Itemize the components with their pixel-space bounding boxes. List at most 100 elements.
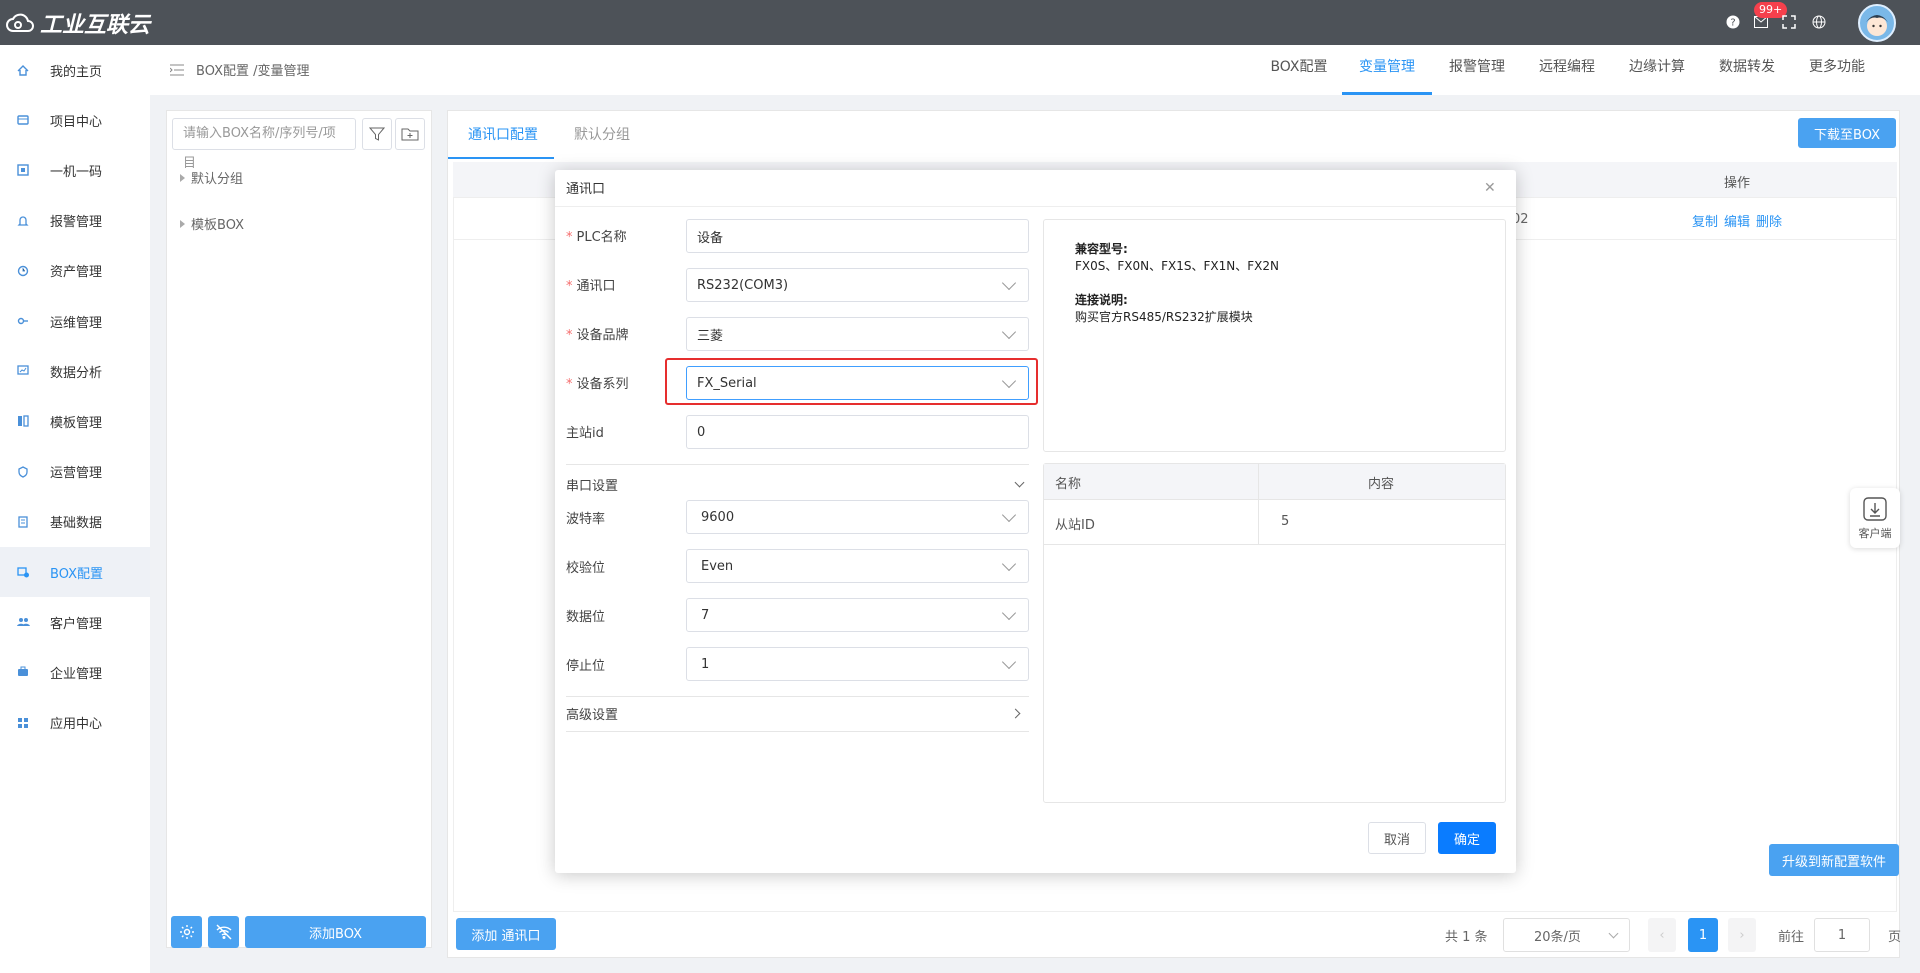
tree-node-template-box[interactable]: 模板BOX: [180, 214, 244, 233]
brand-select[interactable]: 三菱: [686, 317, 1029, 351]
tree-node-default-group[interactable]: 默认分组: [180, 168, 243, 187]
section-divider: [566, 464, 1029, 465]
user-avatar[interactable]: [1858, 4, 1896, 42]
param-header-value: 内容: [1368, 477, 1395, 492]
advanced-section-header[interactable]: 高级设置: [566, 701, 1029, 725]
nav-tab[interactable]: 远程编程: [1522, 45, 1612, 95]
add-port-button[interactable]: 添加 通讯口: [456, 918, 556, 950]
svg-text:?: ?: [1730, 18, 1735, 29]
filter-button[interactable]: [362, 118, 392, 150]
nav-tab[interactable]: BOX配置: [1254, 45, 1344, 95]
tab-port-config[interactable]: 通讯口配置: [468, 110, 538, 160]
param-row-value[interactable]: 5: [1281, 514, 1289, 529]
chevron-right-icon: [1010, 708, 1021, 718]
compat-models: FX0S、FX0N、FX1S、FX1N、FX2N: [1075, 259, 1279, 273]
cloud-logo-icon: [6, 13, 34, 32]
sidebar-item[interactable]: 数据分析: [0, 346, 150, 396]
sidebar-item[interactable]: 企业管理: [0, 647, 150, 697]
port-select[interactable]: RS232(COM3): [686, 268, 1029, 302]
databits-select[interactable]: 7: [686, 598, 1029, 632]
copy-link[interactable]: 复制: [1692, 211, 1718, 230]
download-to-box-button[interactable]: 下载至BOX: [1798, 118, 1896, 148]
settings-button[interactable]: [171, 916, 202, 948]
nav-tab[interactable]: 变量管理: [1342, 45, 1432, 95]
globe-icon[interactable]: [1810, 13, 1828, 31]
fullscreen-icon[interactable]: [1780, 13, 1798, 31]
plc-name-input[interactable]: 设备: [686, 219, 1029, 253]
nav-tab[interactable]: 报警管理: [1432, 45, 1522, 95]
help-icon[interactable]: ?: [1724, 13, 1742, 31]
upgrade-config-button[interactable]: 升级到新配置软件: [1769, 844, 1899, 876]
sidebar-item[interactable]: 资产管理: [0, 246, 150, 296]
column-divider: [1258, 464, 1259, 544]
nav-tab[interactable]: 更多功能: [1792, 45, 1882, 95]
sidebar-item[interactable]: 运营管理: [0, 447, 150, 497]
tab-default-group[interactable]: 默认分组: [574, 110, 630, 160]
cancel-button[interactable]: 取消: [1368, 822, 1426, 854]
expand-triangle-icon: [180, 219, 185, 228]
delete-link[interactable]: 删除: [1756, 211, 1782, 230]
stopbits-value: 1: [701, 656, 710, 672]
edit-link[interactable]: 编辑: [1724, 211, 1750, 230]
wifi-off-icon: [216, 924, 231, 940]
station-id-label: 主站id: [566, 426, 604, 441]
page-suffix: 页: [1888, 930, 1902, 945]
chevron-down-icon: [1001, 324, 1017, 339]
serial-section-header[interactable]: 串口设置: [566, 472, 1029, 496]
sidebar-item[interactable]: 报警管理: [0, 196, 150, 246]
sidebar-item[interactable]: 基础数据: [0, 497, 150, 547]
current-page-button[interactable]: 1: [1688, 918, 1718, 952]
sidebar-item-label: 数据分析: [50, 365, 103, 381]
nav-tab[interactable]: 数据转发: [1702, 45, 1792, 95]
confirm-button[interactable]: 确定: [1438, 822, 1496, 854]
project-icon: [16, 113, 30, 127]
nav-tab[interactable]: 边缘计算: [1612, 45, 1702, 95]
logo-text: 工业互联云: [40, 13, 151, 38]
sidebar-item-label: 客户管理: [50, 616, 103, 632]
box-search-input[interactable]: 请输入BOX名称/序列号/项目: [172, 118, 356, 171]
pagination-total: 共 1 条: [1445, 930, 1488, 945]
table-header-action: 操作: [1724, 176, 1751, 191]
dialog-divider: [555, 206, 1516, 207]
briefcase-icon: [16, 665, 30, 679]
add-folder-button[interactable]: [395, 118, 425, 150]
prev-page-button[interactable]: ‹: [1648, 918, 1676, 952]
sidebar-item[interactable]: 一机一码: [0, 145, 150, 195]
station-id-input[interactable]: 0: [686, 415, 1029, 449]
sidebar-item[interactable]: 客户管理: [0, 597, 150, 647]
row-divider: [1044, 544, 1505, 545]
wifi-off-button[interactable]: [208, 916, 239, 948]
param-row-name: 从站ID: [1055, 518, 1095, 533]
parity-label: 校验位: [566, 561, 606, 576]
goto-page-input[interactable]: 1: [1814, 918, 1870, 952]
param-table-header: [1044, 464, 1505, 500]
menu-toggle-icon[interactable]: [170, 64, 184, 76]
param-table: [1043, 463, 1506, 803]
database-icon: [16, 515, 30, 529]
compat-info: 兼容型号: FX0S、FX0N、FX1S、FX1N、FX2N 连接说明: 购买官…: [1075, 241, 1279, 326]
baud-select[interactable]: 9600: [686, 500, 1029, 534]
port-value: RS232(COM3): [697, 277, 789, 293]
sidebar-item-label: 基础数据: [50, 516, 103, 532]
app-logo[interactable]: 工业互联云: [6, 8, 150, 38]
close-icon[interactable]: ✕: [1484, 180, 1496, 196]
page-size-select[interactable]: 20条/页: [1503, 918, 1630, 952]
users-icon: [16, 615, 30, 629]
asset-icon: [16, 264, 30, 278]
sidebar-item[interactable]: 运维管理: [0, 296, 150, 346]
add-box-button[interactable]: 添加BOX: [245, 916, 426, 948]
next-page-button[interactable]: ›: [1728, 918, 1756, 952]
sidebar-item[interactable]: 模板管理: [0, 396, 150, 446]
sidebar-item[interactable]: BOX配置: [0, 547, 150, 597]
gear-icon: [179, 925, 194, 939]
sidebar-item[interactable]: 应用中心: [0, 698, 150, 748]
client-download-float[interactable]: 客户端: [1850, 488, 1900, 548]
sidebar-item[interactable]: 项目中心: [0, 95, 150, 145]
sidebar-item[interactable]: 我的主页: [0, 45, 150, 95]
sidebar-item-label: 应用中心: [50, 717, 103, 733]
dialog-title: 通讯口: [566, 182, 606, 197]
parity-select[interactable]: Even: [686, 549, 1029, 583]
chevron-down-icon: [1014, 477, 1025, 487]
chevron-down-icon: [1001, 654, 1017, 669]
stopbits-select[interactable]: 1: [686, 647, 1029, 681]
